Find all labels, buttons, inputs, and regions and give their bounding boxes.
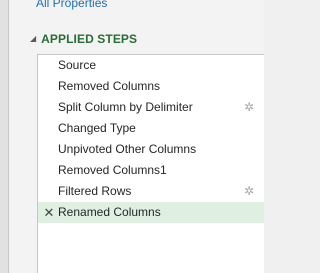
applied-step-label: Filtered Rows [58,184,132,198]
applied-step-removed-columns1[interactable]: Removed Columns1 [38,160,264,181]
applied-step-renamed-columns[interactable]: ✕ Renamed Columns [38,202,264,223]
applied-step-split-column-by-delimiter[interactable]: Split Column by Delimiter ✲ [38,97,264,118]
applied-step-label: Removed Columns1 [58,163,167,177]
applied-steps-header[interactable]: ◢ APPLIED STEPS [30,31,137,47]
delete-step-icon[interactable]: ✕ [43,202,55,223]
applied-step-label: Renamed Columns [58,205,161,219]
applied-step-removed-columns[interactable]: Removed Columns [38,76,264,97]
all-properties-link[interactable]: All Properties [36,0,107,10]
applied-step-label: Unpivoted Other Columns [58,142,197,156]
applied-step-label: Split Column by Delimiter [58,100,193,114]
applied-step-changed-type[interactable]: Changed Type [38,118,264,139]
pane-splitter[interactable] [0,0,9,273]
applied-step-label: Source [58,58,97,72]
collapse-triangle-icon[interactable]: ◢ [30,31,36,47]
step-settings-gear-icon[interactable]: ✲ [242,181,256,202]
applied-step-label: Changed Type [58,121,136,135]
applied-steps-title: APPLIED STEPS [41,32,138,46]
applied-step-label: Removed Columns [58,79,161,93]
applied-step-filtered-rows[interactable]: Filtered Rows ✲ [38,181,264,202]
applied-steps-list-box: Source Removed Columns Split Column by Del… [37,54,264,273]
applied-step-source[interactable]: Source [38,55,264,76]
applied-steps-list: Source Removed Columns Split Column by Del… [38,55,264,223]
applied-step-unpivoted-other-columns[interactable]: Unpivoted Other Columns [38,139,264,160]
step-settings-gear-icon[interactable]: ✲ [242,97,256,118]
